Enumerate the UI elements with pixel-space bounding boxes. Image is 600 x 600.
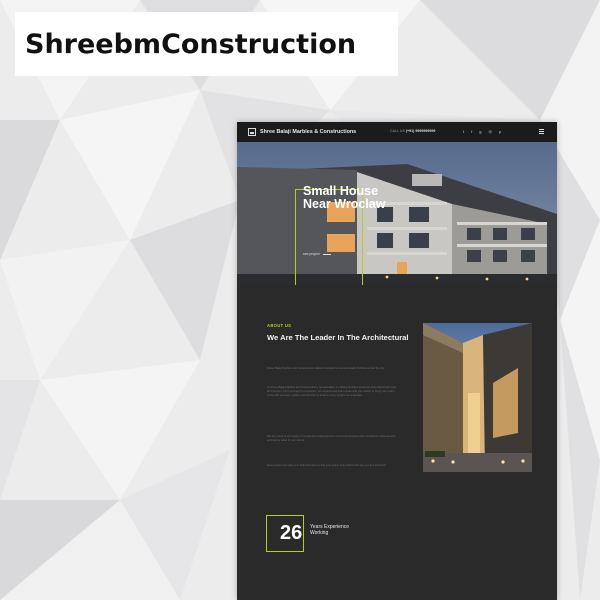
hero-title: Small House Near Wroclaw [303,184,386,211]
top-navbar: Shree Balaji Marbles & Constructions CAL… [237,122,557,142]
hero-section: Small House Near Wroclaw see project [237,142,557,285]
title-banner: ShreebmConstruction [15,12,398,76]
about-paragraph: We are proud of our legacy of completed … [267,435,396,443]
call-us-label: CALL US [390,129,405,133]
hero-building-image [237,142,557,285]
pinterest-icon[interactable]: p [499,129,501,134]
facebook-icon[interactable]: f [471,129,472,134]
about-title: We Are The Leader In The Architectural [267,333,409,342]
experience-years-number: 26 [280,522,303,544]
banner-title: ShreebmConstruction [25,28,357,60]
website-screenshot: Shree Balaji Marbles & Constructions CAL… [237,122,557,600]
google-plus-icon[interactable]: g [479,129,481,134]
about-paragraph: Shree Balaji Marbles and Constructions d… [267,367,385,370]
about-building-photo [423,323,532,472]
see-project-link[interactable]: see project [303,252,331,256]
hamburger-menu-icon[interactable] [539,129,544,134]
logo-icon[interactable] [248,128,256,136]
call-us-text: CALL US (+91) 9999999999 [390,129,435,133]
about-label: ABOUT US [267,323,292,328]
about-paragraph: Every project we take on is built with c… [267,464,387,467]
phone-number[interactable]: (+91) 9999999999 [406,129,435,133]
social-links: t f g ◎ p [463,129,501,134]
twitter-icon[interactable]: t [463,129,464,134]
experience-label: Years Experience Working [310,524,350,536]
instagram-icon[interactable]: ◎ [488,129,492,134]
brand-name[interactable]: Shree Balaji Marbles & Constructions [260,129,356,135]
about-paragraph: At Shree Balaji Marbles and Construction… [267,386,397,398]
